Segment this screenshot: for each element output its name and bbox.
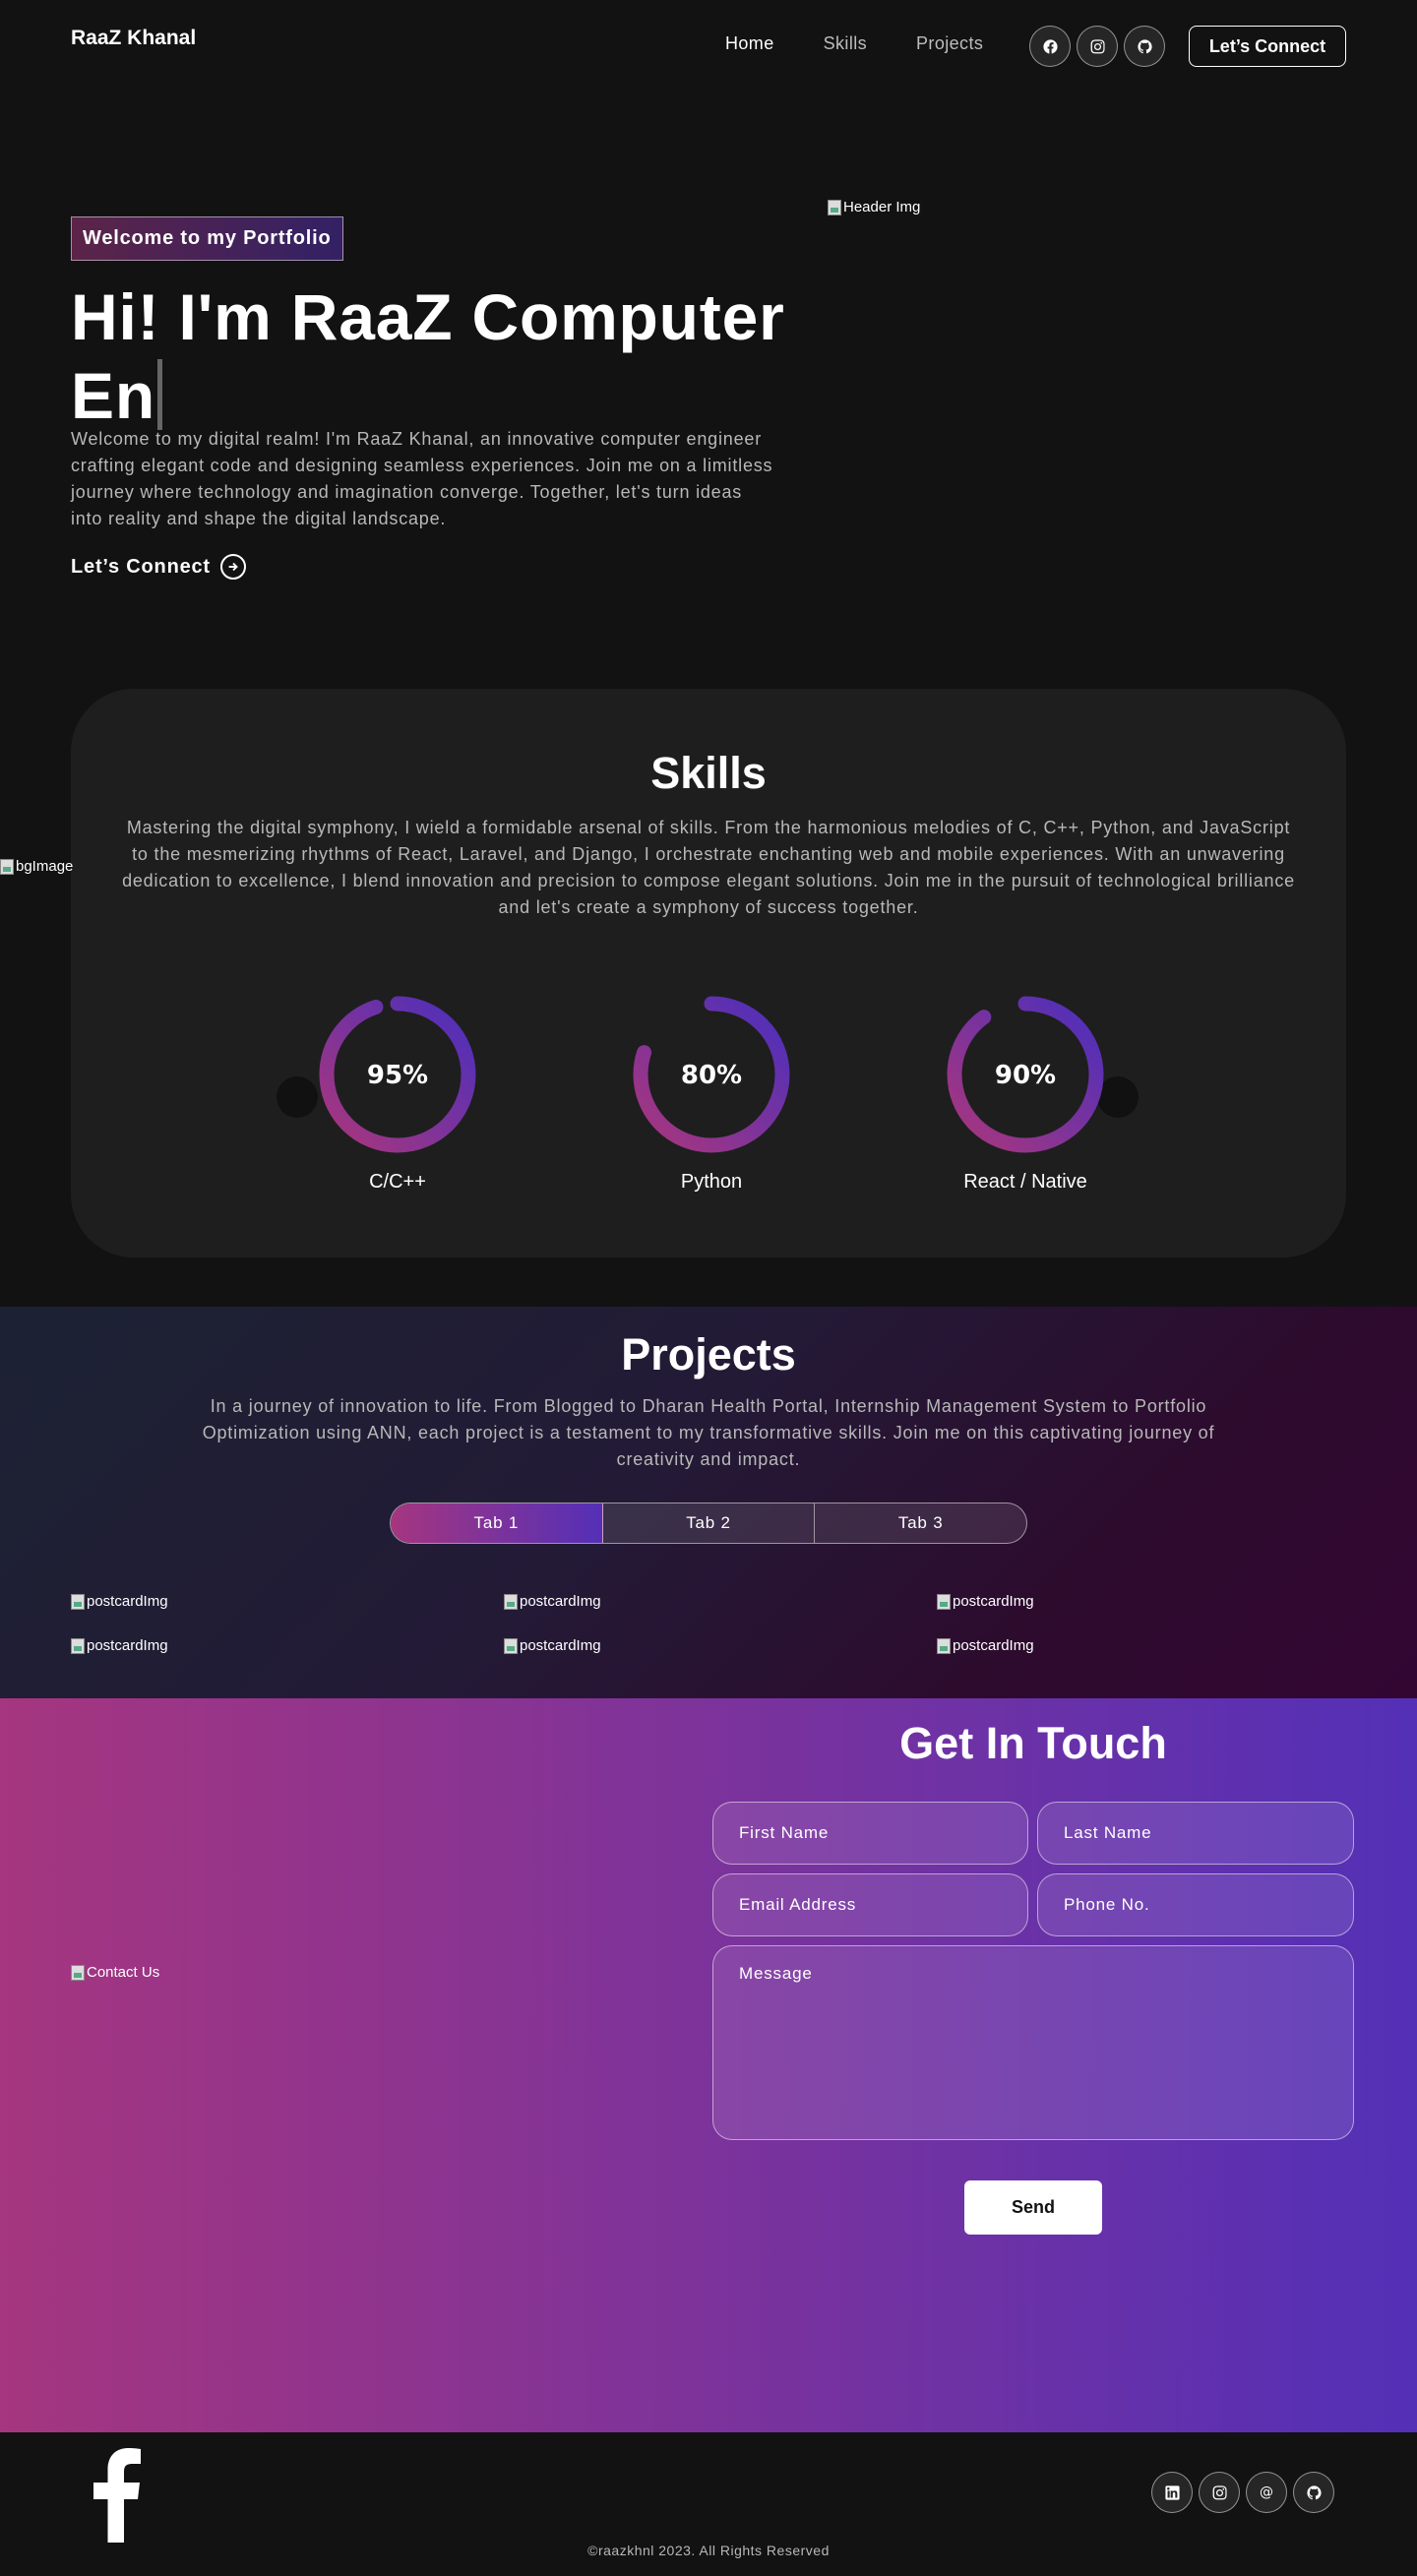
- skills-section: Skills Mastering the digital symphony, I…: [71, 689, 1346, 1257]
- skills-bg-image: bgImage: [0, 858, 73, 875]
- skill-item: 80% Python: [628, 991, 795, 1194]
- at-sign-glyph: @: [1260, 2484, 1273, 2500]
- skill-label: React / Native: [963, 1171, 1087, 1193]
- broken-image-icon: [504, 1637, 518, 1654]
- hero-title-text: Hi! I'm RaaZ Computer En: [71, 280, 785, 432]
- carousel-prev-button[interactable]: [277, 1076, 318, 1118]
- footer: @ ©raazkhnl 2023. All Rights Reserved: [0, 2432, 1417, 2576]
- project-card-alt: postcardImg: [87, 1637, 168, 1654]
- header-image-alt: Header Img: [843, 199, 921, 215]
- hero-connect-label: Let’s Connect: [71, 555, 211, 578]
- nav-link-skills[interactable]: Skills: [824, 33, 867, 54]
- message-field[interactable]: [712, 1945, 1354, 2140]
- contact-image: Contact Us: [71, 1964, 159, 1981]
- nav-link-home[interactable]: Home: [725, 33, 774, 54]
- nav-connect-button[interactable]: Let’s Connect: [1189, 26, 1346, 67]
- skills-title: Skills: [650, 748, 767, 798]
- projects-description: In a journey of innovation to life. From…: [202, 1396, 1215, 1469]
- broken-image-icon: [937, 1593, 951, 1610]
- skill-item: 90% React / Native: [942, 991, 1109, 1194]
- send-button[interactable]: Send: [964, 2180, 1102, 2235]
- skill-item: 95% C/C++: [314, 991, 481, 1194]
- first-name-field[interactable]: [712, 1802, 1028, 1865]
- facebook-icon[interactable]: [1029, 26, 1071, 67]
- project-card-image[interactable]: postcardImg: [504, 1637, 601, 1654]
- footer-social-icons: @: [1151, 2472, 1334, 2513]
- skill-meter-ring: 80%: [633, 996, 790, 1153]
- hero-description: Welcome to my digital realm! I'm RaaZ Kh…: [71, 429, 773, 528]
- bg-image-alt: bgImage: [16, 858, 74, 875]
- projects-section: Projects In a journey of innovation to l…: [0, 1307, 1417, 1698]
- skill-percent: 80%: [681, 1061, 742, 1090]
- skill-percent: 90%: [995, 1061, 1056, 1090]
- skill-meter-ring: 95%: [319, 996, 476, 1153]
- hero-title: Hi! I'm RaaZ Computer En: [71, 277, 819, 435]
- linkedin-icon[interactable]: [1151, 2472, 1193, 2513]
- arrow-right-circle-icon: [219, 554, 246, 580]
- brand-name[interactable]: RaaZ Khanal: [71, 27, 196, 50]
- tab-3[interactable]: Tab 3: [815, 1503, 1026, 1543]
- broken-image-icon: [504, 1593, 518, 1610]
- phone-field[interactable]: [1037, 1873, 1354, 1936]
- header-image: Header Img: [828, 199, 920, 215]
- hero-connect-button[interactable]: Let’s Connect: [71, 554, 246, 580]
- contact-title: Get In Touch: [899, 1718, 1167, 1768]
- instagram-icon[interactable]: [1199, 2472, 1240, 2513]
- project-card-alt: postcardImg: [87, 1593, 168, 1610]
- skill-percent: 95%: [367, 1061, 428, 1090]
- at-sign-icon[interactable]: @: [1246, 2472, 1287, 2513]
- project-card-image[interactable]: postcardImg: [937, 1637, 1034, 1654]
- navbar: RaaZ Khanal Home Skills Projects Let’s C…: [0, 0, 1417, 98]
- copyright-text: ©raazkhnl 2023. All Rights Reserved: [587, 2543, 830, 2558]
- skill-label: Python: [680, 1171, 743, 1193]
- nav-links: Home Skills Projects: [725, 33, 1032, 54]
- facebook-logo-icon[interactable]: [89, 2442, 143, 2543]
- project-card-alt: postcardImg: [520, 1637, 601, 1654]
- broken-image-icon: [828, 199, 841, 215]
- project-card-image[interactable]: postcardImg: [71, 1593, 168, 1610]
- broken-image-icon: [71, 1637, 85, 1654]
- broken-image-icon: [0, 858, 14, 875]
- projects-tabs: Tab 1 Tab 2 Tab 3: [390, 1503, 1027, 1544]
- project-card-image[interactable]: postcardImg: [937, 1593, 1034, 1610]
- skill-label: C/C++: [369, 1171, 426, 1193]
- project-card-image[interactable]: postcardImg: [504, 1593, 601, 1610]
- instagram-icon[interactable]: [1077, 26, 1118, 67]
- github-icon[interactable]: [1293, 2472, 1334, 2513]
- project-card-alt: postcardImg: [520, 1593, 601, 1610]
- project-card-alt: postcardImg: [953, 1593, 1034, 1610]
- projects-title: Projects: [621, 1329, 796, 1380]
- project-card-image[interactable]: postcardImg: [71, 1637, 168, 1654]
- broken-image-icon: [937, 1637, 951, 1654]
- email-field[interactable]: [712, 1873, 1028, 1936]
- tab-2[interactable]: Tab 2: [603, 1503, 816, 1543]
- hero-tagline: Welcome to my Portfolio: [71, 216, 343, 261]
- project-card-alt: postcardImg: [953, 1637, 1034, 1654]
- typing-caret: [156, 359, 162, 430]
- skills-description: Mastering the digital symphony, I wield …: [122, 818, 1295, 917]
- broken-image-icon: [71, 1964, 85, 1981]
- contact-section: Contact Us Get In Touch Send: [0, 1698, 1417, 2432]
- last-name-field[interactable]: [1037, 1802, 1354, 1865]
- nav-link-projects[interactable]: Projects: [916, 33, 983, 54]
- skill-meter-ring: 90%: [947, 996, 1104, 1153]
- nav-social-icons: [1029, 26, 1165, 67]
- broken-image-icon: [71, 1593, 85, 1610]
- contact-image-alt: Contact Us: [87, 1964, 160, 1981]
- tab-1[interactable]: Tab 1: [391, 1503, 603, 1543]
- github-icon[interactable]: [1124, 26, 1165, 67]
